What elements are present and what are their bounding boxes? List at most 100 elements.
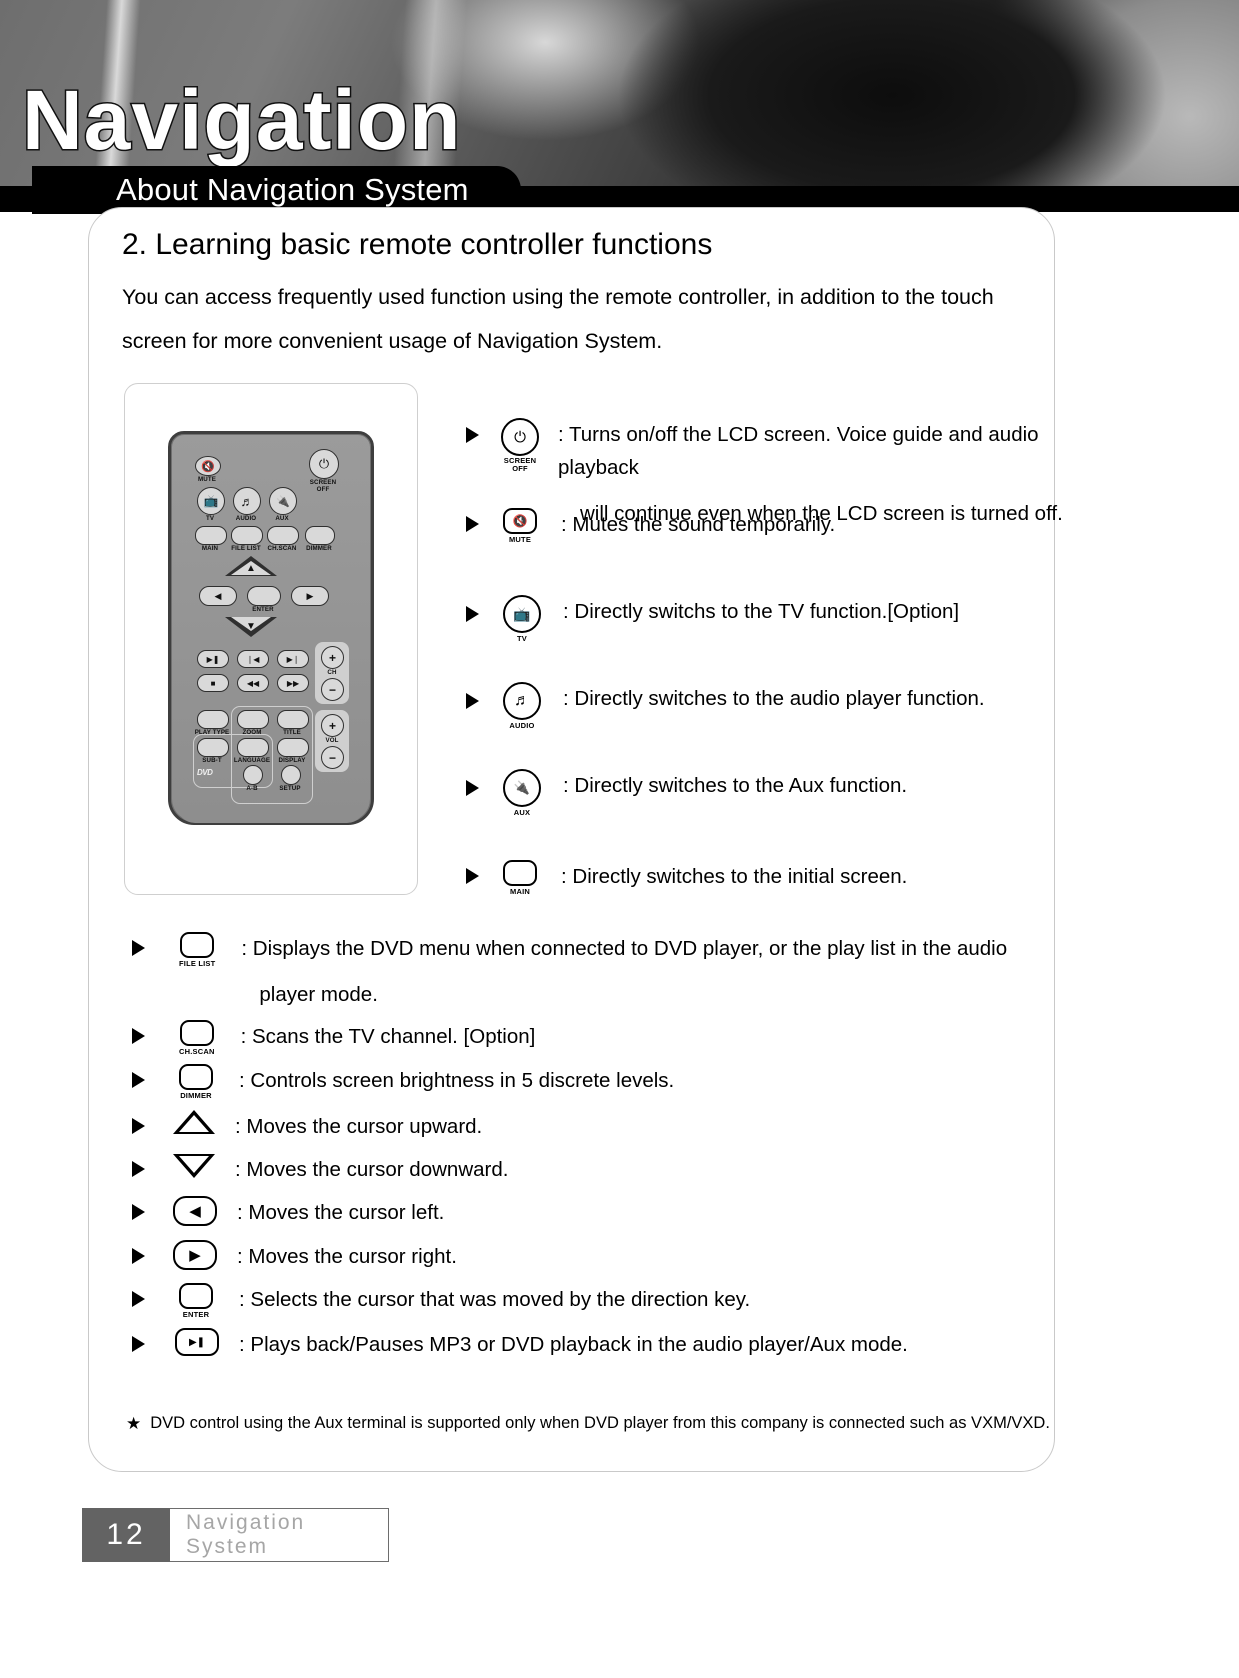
skip-back-icon: ❘◀ [246, 654, 260, 664]
page-footer: 12 Navigation System [82, 1508, 389, 1562]
remote-enter-button [247, 586, 281, 606]
list-item: ▶ : Moves the cursor right. [132, 1240, 1072, 1273]
rewind-icon: ◀◀ [246, 678, 260, 688]
remote-setup-button [281, 765, 301, 785]
key-label: FILE LIST [179, 959, 216, 968]
remote-play-type-label: PLAY TYPE [194, 729, 230, 736]
remote-display-label: DISPLAY [278, 757, 306, 764]
key-illustration: ENTER [179, 1283, 213, 1319]
list-item-text: : Directly switches to the initial scree… [561, 865, 908, 888]
list-item-text: : Displays the DVD menu when connected t… [241, 937, 1008, 960]
minus-icon: − [328, 750, 336, 765]
key-illustration [173, 1110, 215, 1134]
fast-forward-icon: ▶▶ [286, 678, 300, 688]
list-item: CH.SCAN : Scans the TV channel. [Option] [132, 1020, 1072, 1056]
hero-title: Navigation [20, 73, 462, 167]
remote-play-type-button [197, 710, 229, 729]
remote-left-button: ◀ [199, 586, 237, 606]
minus-icon: − [328, 682, 336, 697]
mute-icon: 🔇 [201, 460, 215, 473]
remote-vol-minus-button: − [321, 746, 344, 769]
key-label: SCREEN OFF [503, 456, 537, 473]
list-item-text: : Directly switches to the audio player … [563, 687, 985, 710]
blank-key-icon [180, 932, 215, 958]
list-item-text: : Moves the cursor downward. [235, 1158, 509, 1181]
bullet-triangle-icon [466, 693, 479, 709]
remote-setup-label: SETUP [279, 785, 301, 792]
remote-vol-label: VOL [325, 737, 339, 744]
remote-mute-label: MUTE [198, 476, 216, 483]
key-label: DIMMER [180, 1091, 212, 1100]
remote-dimmer-label: DIMMER [306, 545, 332, 552]
bullet-triangle-icon [466, 868, 479, 884]
remote-language-label: LANGUAGE [233, 757, 271, 764]
list-item: ENTER : Selects the cursor that was move… [132, 1283, 1072, 1319]
key-label: ENTER [182, 1310, 210, 1319]
key-illustration: 📺 TV [503, 595, 541, 643]
mute-icon: 🔇 [503, 508, 537, 534]
list-item-text: : Moves the cursor left. [237, 1201, 445, 1224]
arrow-left-icon: ◀ [214, 590, 222, 601]
remote-ch-scan-button [267, 526, 299, 545]
blank-key-icon [503, 860, 537, 886]
remote-play-pause-button: ▶❚ [197, 650, 229, 668]
bullet-triangle-icon [132, 1118, 145, 1134]
arrow-right-icon: ▶ [173, 1240, 217, 1270]
key-illustration: ◀ [173, 1196, 217, 1226]
power-icon: ⏻ [318, 456, 330, 471]
list-item: : Moves the cursor upward. [132, 1110, 1072, 1143]
list-item: 🔇 MUTE : Mutes the sound temporarily. [466, 508, 1066, 544]
bullet-triangle-icon [132, 1072, 145, 1088]
bullet-triangle-icon [466, 516, 479, 532]
remote-sub-t-label: SUB-T [202, 757, 222, 764]
remote-screen-off-label: SCREEN OFF [309, 479, 337, 493]
remote-audio-button: ♬ [233, 487, 261, 515]
list-item-text: : Scans the TV channel. [Option] [240, 1025, 536, 1048]
page-footer-title: Navigation System [170, 1508, 389, 1562]
remote-ch-minus-button: − [321, 678, 344, 701]
bullet-triangle-icon [132, 940, 145, 956]
remote-fast-forward-button: ▶▶ [277, 674, 309, 692]
remote-rewind-button: ◀◀ [237, 674, 269, 692]
remote-next-button: ▶❘ [277, 650, 309, 668]
remote-a-b-button [243, 765, 263, 785]
list-item: : Moves the cursor downward. [132, 1153, 1072, 1186]
list-item: ♬ AUDIO : Directly switches to the audio… [466, 682, 1066, 730]
music-note-icon: ♬ [240, 493, 254, 509]
bullet-triangle-icon [466, 427, 479, 443]
key-label: CH.SCAN [179, 1047, 215, 1056]
arrow-right-icon: ▶ [306, 590, 314, 601]
remote-zoom-label: ZOOM [242, 729, 262, 736]
key-illustration [173, 1154, 215, 1178]
list-item: MAIN : Directly switches to the initial … [466, 860, 1066, 896]
page-number: 12 [82, 1508, 170, 1562]
section-pill-label: About Navigation System [116, 172, 469, 207]
arrow-down-icon: ▼ [246, 621, 256, 632]
intro-paragraph: You can access frequently used function … [122, 285, 994, 353]
remote-screen-off-button: ⏻ [309, 449, 339, 479]
remote-sub-t-button [197, 738, 229, 757]
blank-key-icon [179, 1283, 213, 1309]
list-item: ◀ : Moves the cursor left. [132, 1196, 1072, 1229]
remote-title-button [277, 710, 309, 729]
bullet-triangle-icon [132, 1028, 145, 1044]
remote-stop-button: ■ [197, 674, 229, 692]
list-item-text: : Controls screen brightness in 5 discre… [239, 1069, 675, 1092]
key-illustration: 🔌 AUX [503, 769, 541, 817]
plus-icon: + [328, 650, 336, 665]
key-illustration: ▶❚ [175, 1328, 219, 1356]
key-label: AUDIO [509, 721, 535, 730]
list-item: FILE LIST : Displays the DVD menu when c… [132, 932, 1072, 1011]
list-item: 🔌 AUX : Directly switches to the Aux fun… [466, 769, 1066, 817]
list-item-text: : Directly switches to the Aux function. [563, 774, 908, 797]
remote-dvd-brand: DVD [197, 768, 213, 777]
arrow-down-icon [173, 1154, 215, 1178]
key-illustration: MAIN [503, 860, 537, 896]
remote-controller-illustration: 🔇 MUTE ⏻ SCREEN OFF 📺 TV ♬ AUDIO 🔌 AUX MA… [168, 431, 374, 825]
remote-file-list-label: FILE LIST [231, 545, 261, 552]
arrow-left-icon: ◀ [173, 1196, 217, 1226]
list-item-text: : Plays back/Pauses MP3 or DVD playback … [239, 1333, 908, 1356]
remote-a-b-label: A-B [246, 785, 258, 792]
list-item-text: : Mutes the sound temporarily. [561, 513, 836, 536]
list-item-text: : Selects the cursor that was moved by t… [239, 1288, 751, 1311]
